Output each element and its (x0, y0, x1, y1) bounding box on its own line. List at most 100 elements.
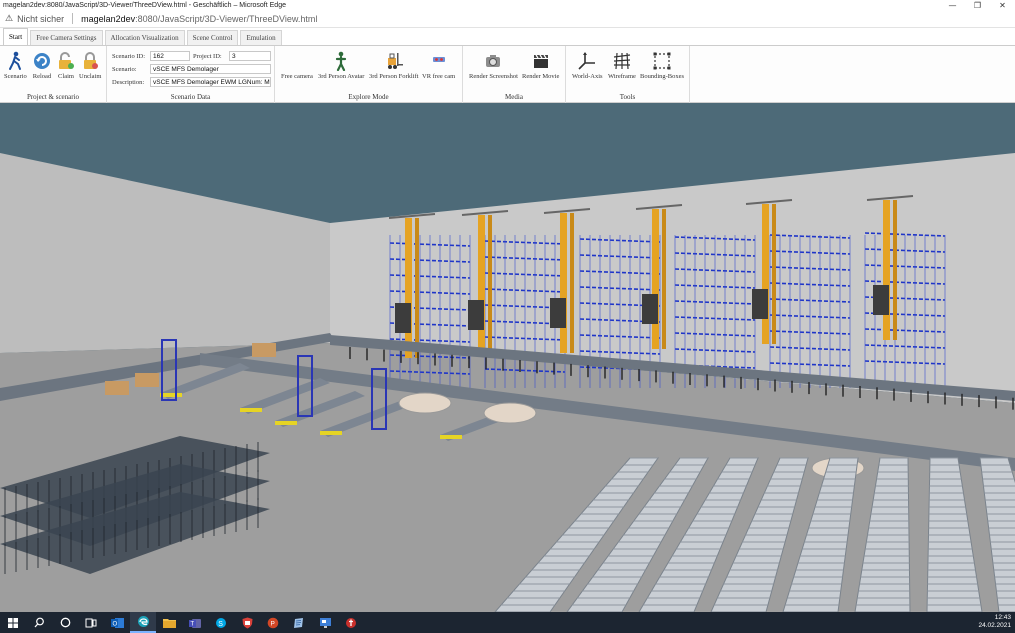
scenario-name-field[interactable]: vSCE MFS Demolager (150, 64, 271, 74)
taskbar-skype[interactable]: S (208, 612, 234, 633)
url-text[interactable]: magelan2dev:8080/JavaScript/3D-Viewer/Th… (81, 14, 317, 24)
warning-icon[interactable]: ⚠ (5, 14, 13, 24)
group-tools: World-Axis Wireframe Bounding-Boxes Tool… (566, 46, 690, 103)
wireframe-icon (612, 51, 632, 71)
crane-mast-side (488, 215, 492, 355)
reload-button[interactable]: Reload (32, 51, 52, 80)
render-screenshot-label: Render Screenshot (469, 73, 518, 80)
axis-icon (577, 51, 597, 71)
url-path: :8080/JavaScript/3D-Viewer/ThreeDView.ht… (135, 13, 318, 24)
taskbar-outlook[interactable]: O (104, 612, 130, 633)
crane-carriage (468, 300, 484, 330)
3d-viewport[interactable] (0, 103, 1015, 612)
taskbar-remote-desktop[interactable] (312, 612, 338, 633)
scenario-button[interactable]: Scenario (4, 51, 27, 80)
svg-text:S: S (218, 620, 223, 627)
ribbon-tabs: Start Free Camera Settings Allocation Vi… (0, 28, 1015, 46)
bounding-box-icon (652, 51, 672, 71)
warehouse-scene[interactable] (0, 103, 1015, 612)
task-view-button[interactable] (78, 612, 104, 633)
crane-mast-side (893, 200, 897, 340)
lock-open-icon (56, 51, 76, 71)
task-view-icon (85, 618, 97, 627)
window-title: magelan2dev:8080/JavaScript/3D-Viewer/Th… (3, 1, 286, 9)
address-divider (72, 13, 74, 24)
crane-mast-side (415, 218, 419, 358)
cortana-button[interactable] (52, 612, 78, 633)
free-camera-label: Free camera (281, 73, 313, 80)
svg-text:O: O (112, 621, 117, 627)
crane-mast (883, 200, 890, 340)
group-tools-label: Tools (619, 93, 636, 101)
svg-text:T: T (190, 621, 194, 627)
lock-icon (80, 51, 100, 71)
wireframe-button[interactable]: Wireframe (608, 51, 636, 80)
third-person-avatar-button[interactable]: 3rd Person Avatar (318, 51, 364, 80)
tab-allocation-visualization[interactable]: Allocation Visualization (104, 30, 185, 45)
security-status[interactable]: Nicht sicher (17, 14, 64, 24)
svg-text:P: P (271, 620, 275, 627)
scenario-row: Scenario: vSCE MFS Demolager (112, 64, 271, 74)
claim-label: Claim (58, 73, 74, 80)
walking-person-icon (5, 51, 25, 71)
world-axis-label: World-Axis (572, 73, 603, 80)
clock-time: 12:43 (994, 614, 1011, 621)
free-camera-button[interactable]: Free camera (281, 51, 313, 80)
third-person-avatar-label: 3rd Person Avatar (318, 73, 365, 80)
unclaim-button[interactable]: Unclaim (79, 51, 101, 80)
group-scenario-data: Scenario ID: 162 Project ID: 3 Scenario:… (107, 46, 275, 103)
taskbar-shield-app[interactable] (234, 612, 260, 633)
search-button[interactable] (26, 612, 52, 633)
tab-start[interactable]: Start (3, 28, 29, 45)
project-id-field[interactable]: 3 (229, 51, 271, 61)
group-explore-mode: Free camera 3rd Person Avatar 3rd Person… (275, 46, 463, 103)
tab-scene-control[interactable]: Scene Control (186, 30, 239, 45)
teams-icon: T (188, 618, 201, 628)
vr-free-cam-button[interactable]: VR free cam (422, 51, 455, 80)
start-button[interactable] (0, 612, 26, 633)
minimize-button[interactable]: — (940, 0, 965, 10)
taskbar-teams[interactable]: T (182, 612, 208, 633)
scenario-id-field[interactable]: 162 (150, 51, 190, 61)
description-field[interactable]: vSCE MFS Demolager EWM LGNum: MC (150, 77, 271, 87)
group-media-label: Media (505, 93, 523, 101)
crane-carriage (873, 285, 889, 315)
tab-emulation[interactable]: Emulation (240, 30, 282, 45)
address-bar[interactable]: ⚠ Nicht sicher magelan2dev:8080/JavaScri… (0, 10, 1015, 28)
clapperboard-icon (531, 51, 551, 71)
claim-button[interactable]: Claim (56, 51, 76, 80)
crane-mast (652, 209, 659, 349)
remote-desktop-icon (319, 617, 331, 628)
taskbar-notes-app[interactable] (286, 612, 312, 633)
powerpoint-icon: P (267, 617, 279, 628)
ribbon: Scenario Reload Claim Unclaim Project & … (0, 46, 1015, 103)
wireframe-label: Wireframe (608, 73, 636, 80)
group-explore-mode-label: Explore Mode (348, 93, 389, 101)
station-yellow-bar (440, 435, 462, 439)
station-yellow-bar (275, 421, 297, 425)
taskbar-red-app[interactable] (338, 612, 364, 633)
close-button[interactable]: ✕ (990, 0, 1015, 10)
turntable (483, 402, 537, 424)
render-screenshot-button[interactable]: Render Screenshot (469, 51, 518, 80)
search-icon (34, 617, 44, 628)
maximize-button[interactable]: ❐ (965, 0, 990, 10)
bounding-boxes-button[interactable]: Bounding-Boxes (640, 51, 684, 80)
tab-free-camera-settings[interactable]: Free Camera Settings (30, 30, 103, 45)
description-row: Description: vSCE MFS Demolager EWM LGNu… (112, 77, 271, 87)
station-yellow-bar (320, 431, 342, 435)
third-person-forklift-label: 3rd Person Forklift (369, 73, 419, 80)
system-clock[interactable]: 12:43 24.02.2021 (978, 614, 1011, 630)
outlook-icon: O (110, 617, 124, 628)
taskbar-file-explorer[interactable] (156, 612, 182, 633)
reload-icon (32, 51, 52, 71)
station-yellow-bar (240, 408, 262, 412)
taskbar-edge[interactable] (130, 612, 156, 633)
third-person-forklift-button[interactable]: 3rd Person Forklift (369, 51, 418, 80)
group-scenario-data-label: Scenario Data (170, 93, 211, 101)
world-axis-button[interactable]: World-Axis (572, 51, 603, 80)
crane-carriage (395, 303, 411, 333)
forklift-icon (384, 51, 404, 71)
render-movie-button[interactable]: Render Movie (522, 51, 559, 80)
taskbar-powerpoint[interactable]: P (260, 612, 286, 633)
